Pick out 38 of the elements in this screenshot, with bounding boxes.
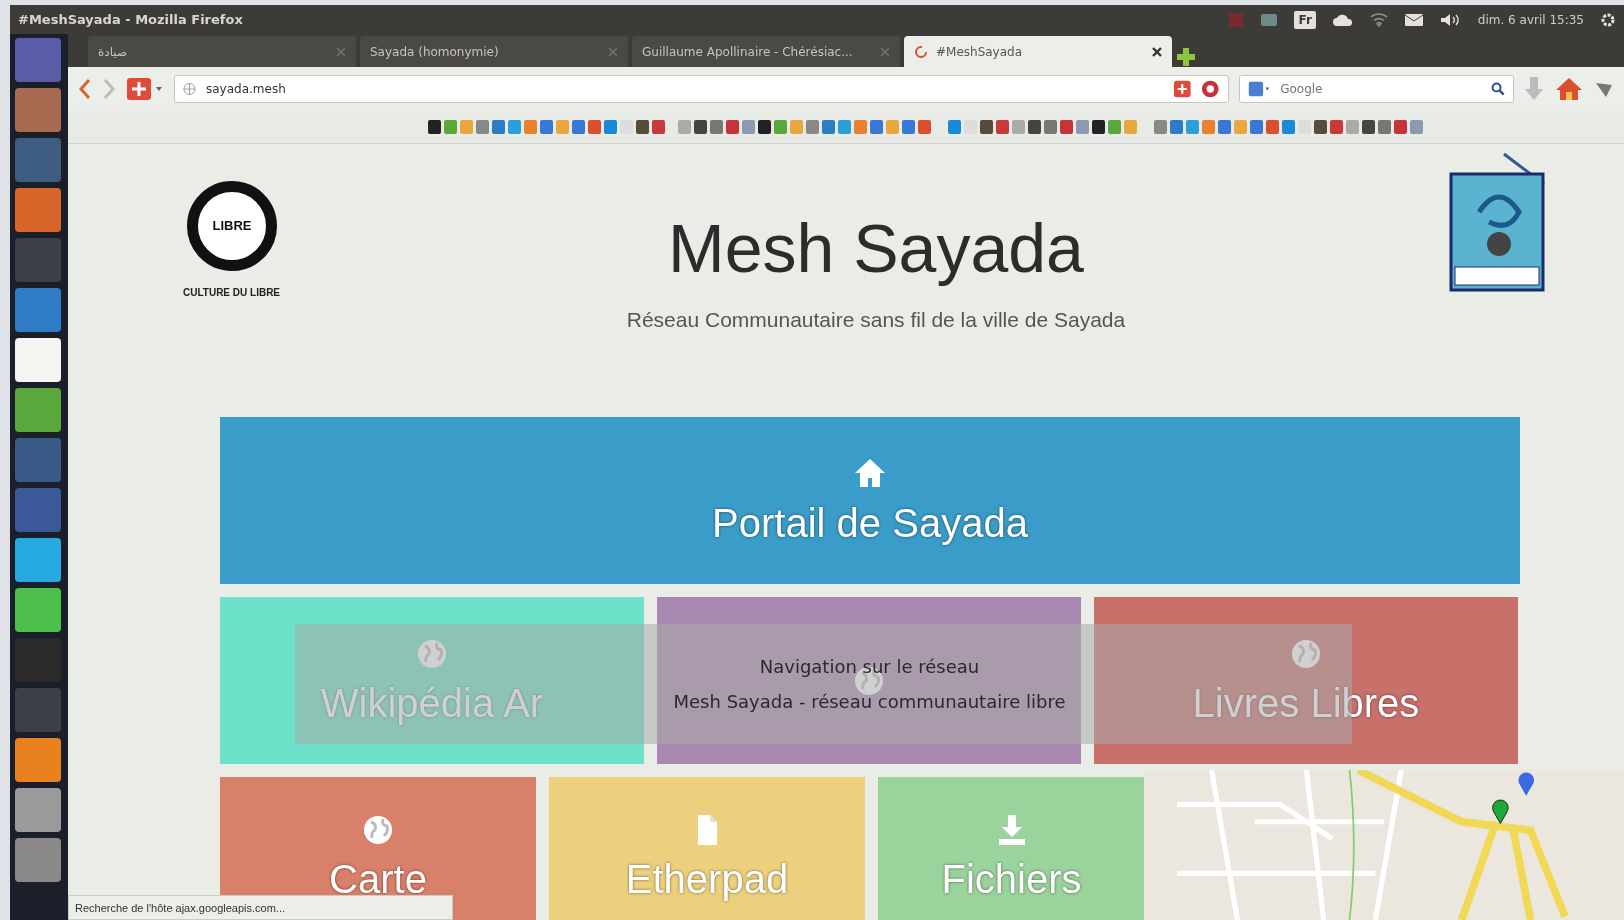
back-icon[interactable] (78, 78, 92, 100)
globe-icon (183, 82, 196, 96)
wifi-icon[interactable] (1369, 12, 1388, 27)
browser-tab[interactable]: Guillaume Apollinaire - Chérésiac... (632, 36, 900, 67)
home-icon[interactable] (1554, 76, 1584, 102)
mail-icon[interactable] (1403, 12, 1424, 27)
menu-tile[interactable]: Portail de Sayada (220, 417, 1520, 584)
gear-icon[interactable] (1600, 11, 1616, 28)
browser-tab[interactable]: صيادة (88, 36, 356, 67)
browser-tab[interactable]: #MeshSayada (904, 36, 1172, 67)
libre-logo: LIBRE (187, 181, 277, 271)
logo-caption: CULTURE DU LIBRE (183, 286, 281, 300)
forward-icon[interactable] (102, 78, 116, 100)
close-icon[interactable] (1152, 46, 1162, 57)
menu-tile[interactable] (657, 597, 1081, 764)
address-input[interactable]: sayada.mesh (203, 79, 1166, 99)
search-input[interactable]: Google (1278, 79, 1483, 99)
window-title: #MeshSayada - Mozilla Firefox (18, 10, 243, 29)
clock-text[interactable]: dim. 6 avril 15:35 (1477, 10, 1584, 29)
browser-tab[interactable]: Sayada (homonymie) (360, 36, 628, 67)
speaker-icon[interactable] (1439, 12, 1462, 27)
search-engine-icon[interactable] (1248, 79, 1271, 99)
window-indicator-icon[interactable] (1260, 11, 1279, 28)
loading-icon (914, 44, 928, 59)
search-icon[interactable] (1490, 80, 1505, 98)
download-icon[interactable] (1524, 76, 1544, 102)
keyboard-indicator[interactable]: Fr (1294, 10, 1316, 29)
address-field[interactable]: sayada.mesh (174, 75, 1229, 103)
globe-icon (361, 813, 395, 847)
new-tab-icon[interactable] (1176, 47, 1196, 67)
search-field[interactable]: Google (1239, 75, 1514, 103)
app-indicator-icon[interactable] (1228, 11, 1245, 28)
menu-tile[interactable]: Livres Libres (1094, 597, 1518, 764)
stop-icon[interactable] (1201, 79, 1220, 99)
cloud-icon[interactable] (1331, 12, 1354, 27)
status-tooltip: Recherche de l'hôte ajax.googleapis.com... (68, 895, 453, 920)
page-subtitle: Réseau Communautaire sans fil de la ville de Sayada (626, 307, 1126, 333)
add-bookmark-icon[interactable] (126, 77, 164, 101)
